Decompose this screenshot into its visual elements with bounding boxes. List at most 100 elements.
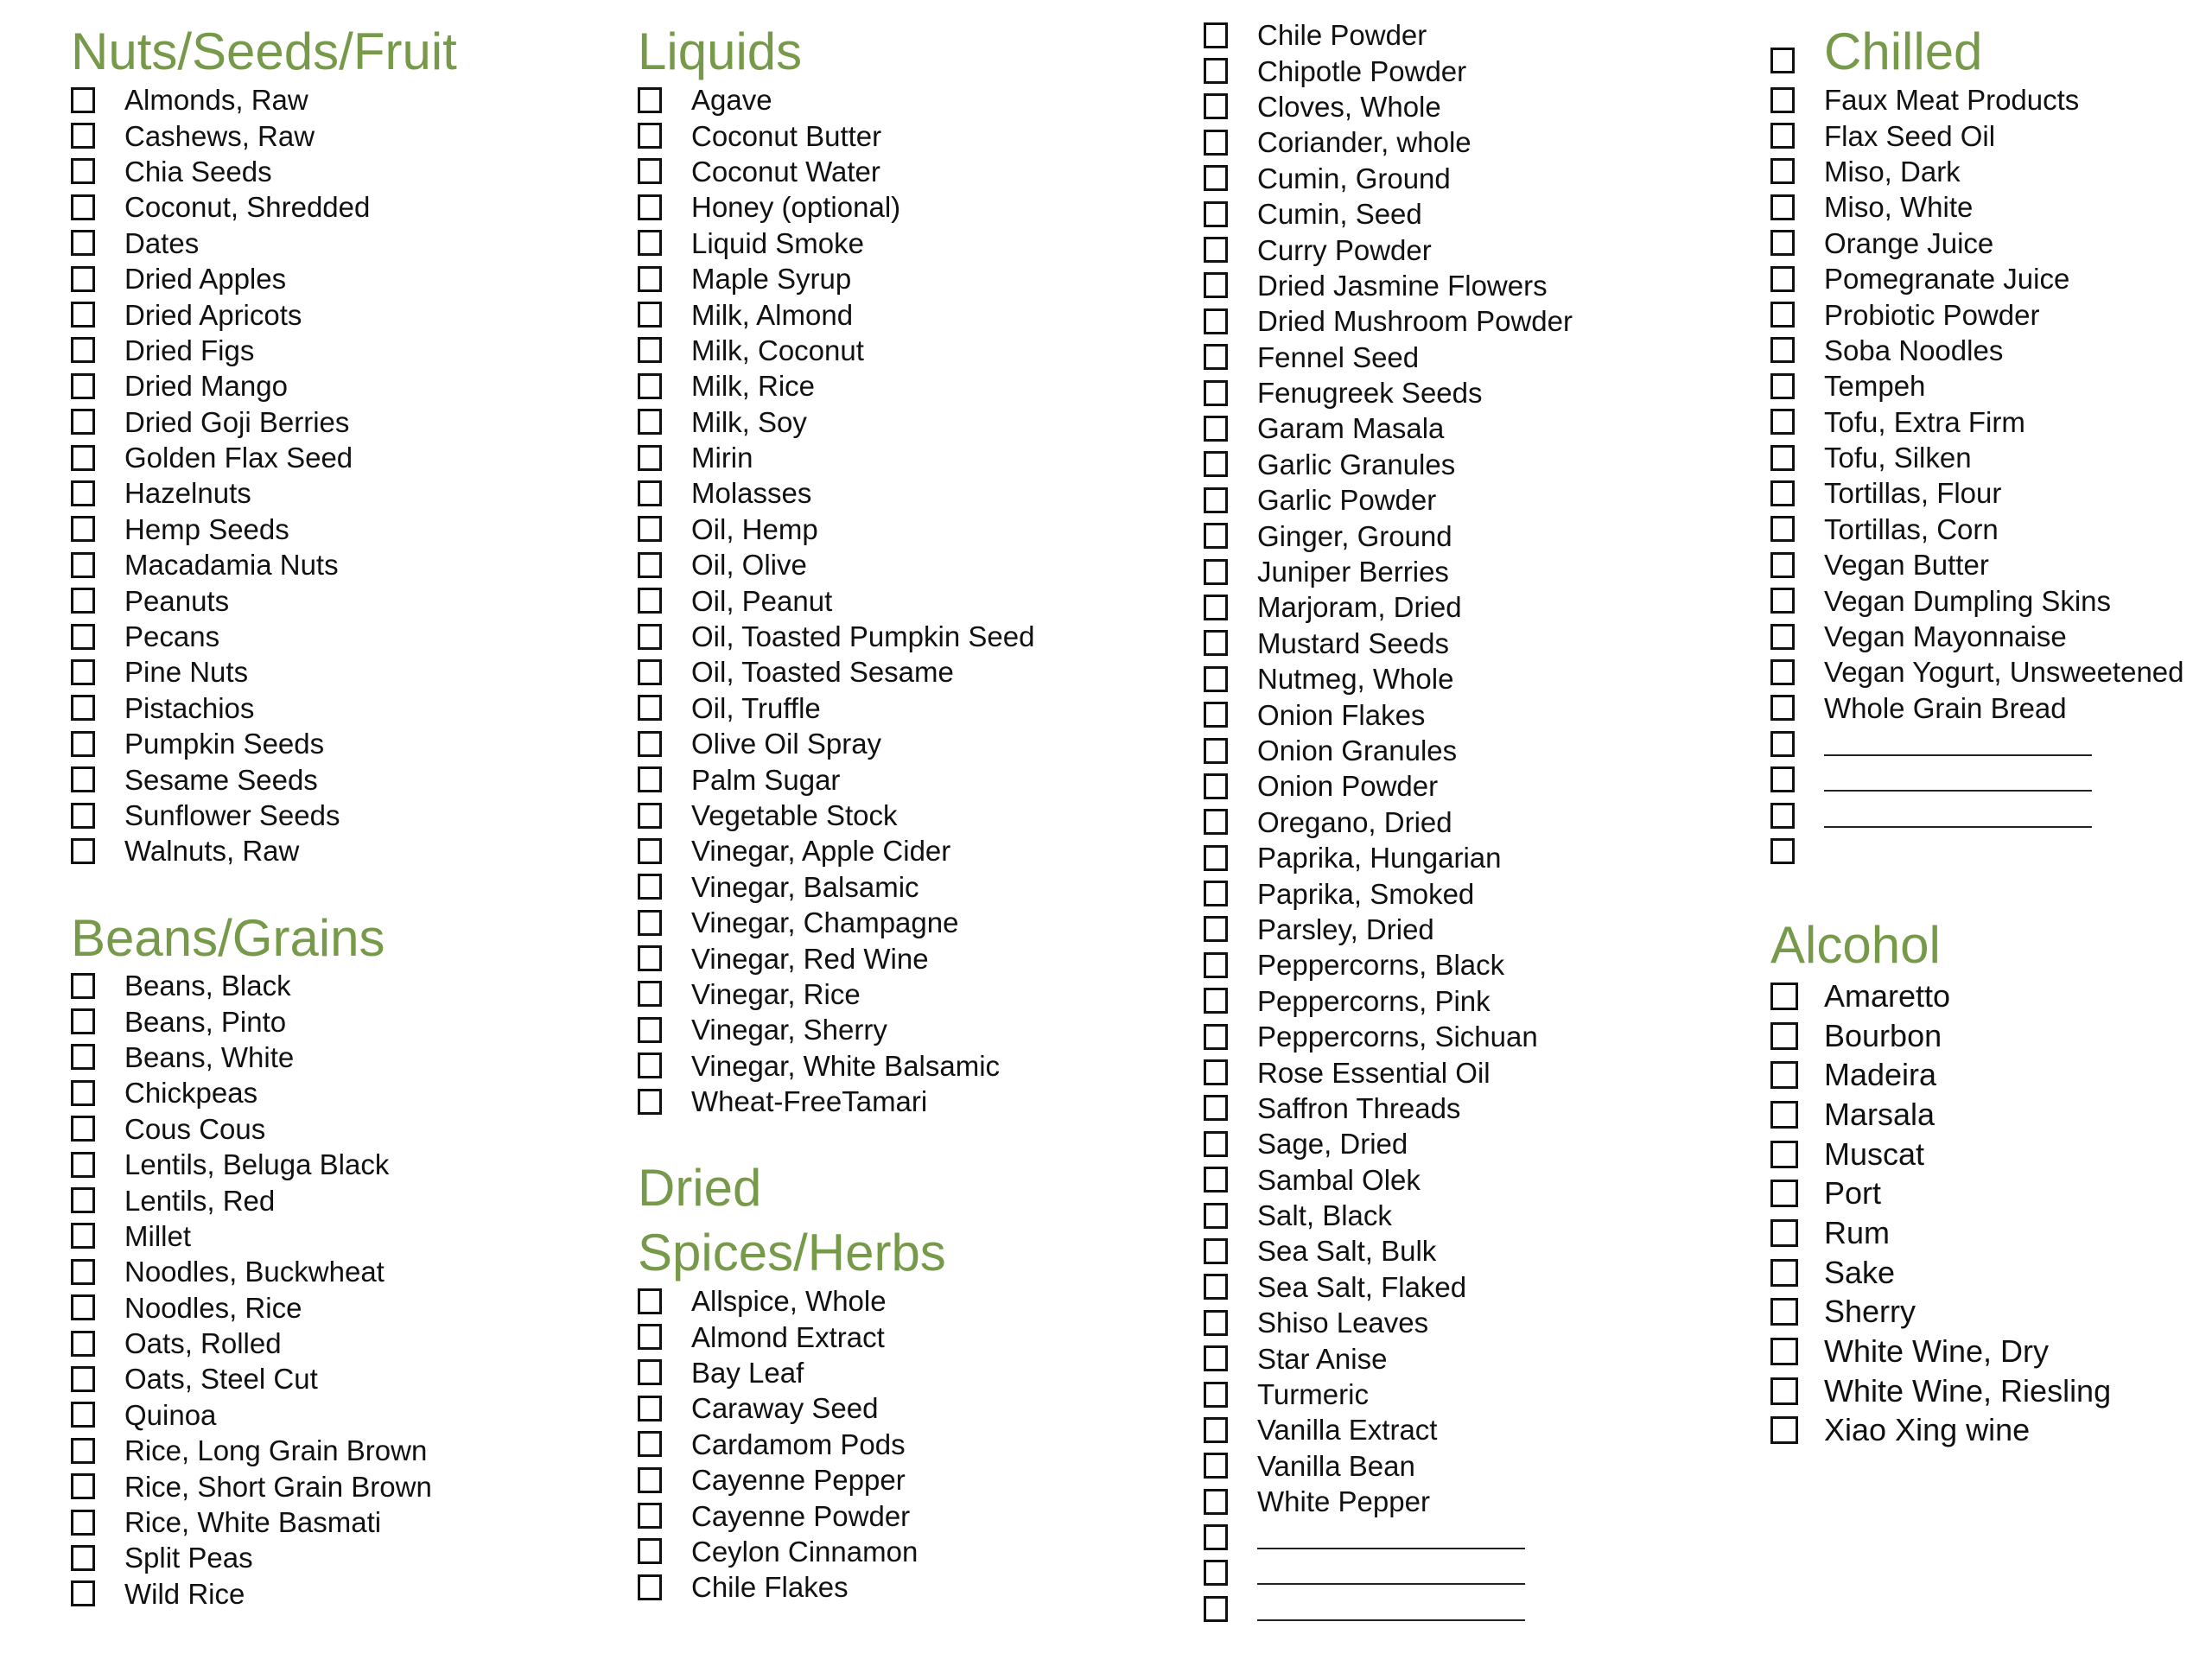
checkbox[interactable] bbox=[638, 230, 662, 257]
checkbox[interactable] bbox=[1770, 802, 1795, 829]
checkbox[interactable] bbox=[1770, 86, 1795, 113]
checkbox[interactable] bbox=[638, 1431, 662, 1458]
checkbox[interactable] bbox=[71, 1223, 95, 1250]
checkbox[interactable] bbox=[638, 623, 662, 650]
checkbox[interactable] bbox=[1204, 1488, 1228, 1515]
checkbox[interactable] bbox=[638, 444, 662, 471]
checkbox[interactable] bbox=[1204, 951, 1228, 978]
checkbox[interactable] bbox=[1204, 630, 1228, 657]
checkbox[interactable] bbox=[71, 337, 95, 364]
blank-write-in-line[interactable] bbox=[1257, 1561, 1525, 1586]
checkbox[interactable] bbox=[1204, 1095, 1228, 1122]
checkbox[interactable] bbox=[71, 802, 95, 829]
checkbox[interactable] bbox=[1770, 1180, 1798, 1208]
checkbox[interactable] bbox=[1204, 308, 1228, 334]
checkbox[interactable] bbox=[71, 1079, 95, 1106]
checkbox[interactable] bbox=[638, 802, 662, 829]
checkbox[interactable] bbox=[1770, 695, 1795, 722]
blank-write-in-line[interactable] bbox=[1257, 1597, 1525, 1621]
checkbox[interactable] bbox=[1770, 265, 1795, 292]
checkbox[interactable] bbox=[71, 1437, 95, 1464]
checkbox[interactable] bbox=[71, 623, 95, 650]
checkbox[interactable] bbox=[638, 1395, 662, 1421]
checkbox[interactable] bbox=[638, 1466, 662, 1493]
checkbox[interactable] bbox=[71, 372, 95, 399]
checkbox[interactable] bbox=[638, 302, 662, 328]
checkbox[interactable] bbox=[1770, 1140, 1798, 1168]
checkbox[interactable] bbox=[71, 230, 95, 257]
checkbox[interactable] bbox=[71, 409, 95, 436]
checkbox[interactable] bbox=[638, 516, 662, 543]
checkbox[interactable] bbox=[1770, 1416, 1798, 1445]
checkbox[interactable] bbox=[71, 1044, 95, 1071]
checkbox[interactable] bbox=[638, 1503, 662, 1530]
checkbox[interactable] bbox=[1204, 1524, 1228, 1551]
checkbox[interactable] bbox=[71, 1187, 95, 1214]
checkbox[interactable] bbox=[71, 837, 95, 864]
checkbox[interactable] bbox=[71, 1116, 95, 1142]
checkbox[interactable] bbox=[1204, 129, 1228, 156]
checkbox[interactable] bbox=[71, 695, 95, 722]
checkbox[interactable] bbox=[1204, 344, 1228, 371]
checkbox[interactable] bbox=[1204, 22, 1228, 48]
checkbox[interactable] bbox=[1204, 1309, 1228, 1336]
checkbox[interactable] bbox=[638, 874, 662, 900]
checkbox[interactable] bbox=[1204, 1453, 1228, 1479]
checkbox[interactable] bbox=[1204, 451, 1228, 478]
checkbox[interactable] bbox=[638, 372, 662, 399]
checkbox[interactable] bbox=[1204, 200, 1228, 227]
checkbox[interactable] bbox=[638, 265, 662, 292]
checkbox[interactable] bbox=[71, 1544, 95, 1571]
checkbox[interactable] bbox=[71, 1580, 95, 1607]
checkbox[interactable] bbox=[1204, 415, 1228, 442]
checkbox[interactable] bbox=[71, 444, 95, 471]
checkbox[interactable] bbox=[1770, 982, 1798, 1010]
checkbox[interactable] bbox=[1204, 558, 1228, 585]
checkbox[interactable] bbox=[638, 409, 662, 436]
checkbox[interactable] bbox=[1770, 337, 1795, 364]
checkbox[interactable] bbox=[71, 1365, 95, 1392]
checkbox[interactable] bbox=[638, 658, 662, 685]
checkbox[interactable] bbox=[1204, 881, 1228, 907]
checkbox[interactable] bbox=[71, 1008, 95, 1035]
checkbox[interactable] bbox=[1770, 372, 1795, 399]
checkbox[interactable] bbox=[1204, 523, 1228, 550]
checkbox[interactable] bbox=[1770, 444, 1795, 471]
checkbox[interactable] bbox=[1204, 1345, 1228, 1372]
checkbox[interactable] bbox=[638, 1053, 662, 1079]
checkbox[interactable] bbox=[1204, 594, 1228, 620]
checkbox[interactable] bbox=[71, 265, 95, 292]
checkbox[interactable] bbox=[638, 909, 662, 936]
checkbox[interactable] bbox=[1770, 123, 1795, 149]
checkbox[interactable] bbox=[1204, 93, 1228, 120]
checkbox[interactable] bbox=[638, 551, 662, 578]
checkbox[interactable] bbox=[1770, 194, 1795, 220]
checkbox[interactable] bbox=[638, 337, 662, 364]
checkbox[interactable] bbox=[1204, 988, 1228, 1014]
checkbox[interactable] bbox=[1204, 916, 1228, 943]
blank-write-in-line[interactable] bbox=[1824, 732, 2092, 756]
checkbox[interactable] bbox=[1770, 516, 1795, 543]
blank-write-in-line[interactable] bbox=[1824, 804, 2092, 828]
checkbox[interactable] bbox=[1204, 1130, 1228, 1157]
checkbox[interactable] bbox=[638, 1538, 662, 1565]
checkbox[interactable] bbox=[1204, 1416, 1228, 1443]
checkbox[interactable] bbox=[1770, 623, 1795, 650]
checkbox[interactable] bbox=[638, 730, 662, 757]
checkbox[interactable] bbox=[638, 1088, 662, 1115]
checkbox[interactable] bbox=[1204, 379, 1228, 406]
checkbox[interactable] bbox=[1204, 1202, 1228, 1229]
checkbox[interactable] bbox=[1770, 230, 1795, 257]
checkbox[interactable] bbox=[1204, 1023, 1228, 1050]
checkbox[interactable] bbox=[1204, 737, 1228, 764]
checkbox[interactable] bbox=[1204, 773, 1228, 799]
checkbox[interactable] bbox=[1770, 1258, 1798, 1287]
checkbox[interactable] bbox=[1204, 165, 1228, 192]
checkbox[interactable] bbox=[71, 158, 95, 185]
checkbox[interactable] bbox=[1204, 702, 1228, 728]
checkbox[interactable] bbox=[638, 158, 662, 185]
checkbox[interactable] bbox=[1204, 272, 1228, 299]
checkbox[interactable] bbox=[638, 981, 662, 1008]
checkbox[interactable] bbox=[638, 1288, 662, 1314]
checkbox[interactable] bbox=[71, 766, 95, 793]
